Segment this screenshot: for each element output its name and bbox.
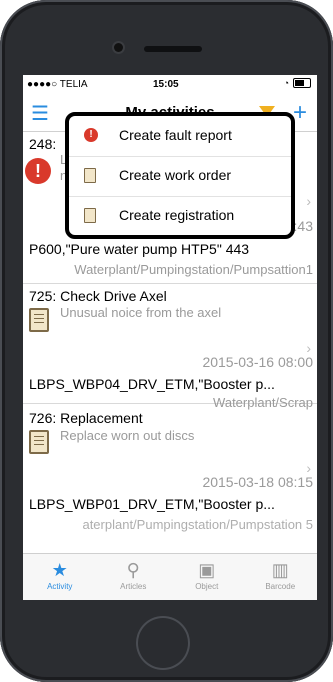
speaker [144,46,202,52]
tab-label: Activity [47,582,73,591]
status-right: ◔ [284,78,311,88]
work-order-icon [29,308,49,332]
create-registration-item[interactable]: Create registration [69,196,291,236]
status-bar: ●●●●○ TELIA 15:05 ◔ [23,75,317,95]
item-title: 726: Replacement [29,410,143,426]
fault-icon: ! [84,128,98,142]
alarm-icon: ◔ [283,78,289,88]
item-object: LBPS_WBP01_DRV_ETM,"Booster p... [29,496,275,512]
home-button[interactable] [136,616,190,670]
camera [114,43,123,52]
registration-icon [84,208,96,223]
create-menu-popup: ! Create fault report Create work order … [65,112,295,239]
tab-articles[interactable]: ⚲ Articles [97,554,171,600]
menu-item-label: Create work order [119,167,232,183]
chevron-right-icon: › [306,193,311,209]
phone-frame: ●●●●○ TELIA 15:05 ◔ ☰ My activities + 24… [0,0,333,682]
status-time: 15:05 [153,79,179,90]
create-fault-report-item[interactable]: ! Create fault report [69,116,291,157]
item-title: 725: Check Drive Axel [29,288,167,304]
item-title: 248: [29,136,57,152]
battery-icon [293,78,311,88]
work-order-icon [84,168,96,183]
barcode-icon: ▥ [271,560,289,580]
search-icon: ⚲ [126,560,140,580]
item-date: :43 [293,218,313,234]
list-item[interactable]: 726: Replacement Replace worn out discs … [23,404,317,539]
tab-label: Object [195,582,219,591]
tab-bar: ★ Activity ⚲ Articles ▣ Object ▥ Barcode [23,553,317,600]
tab-label: Articles [120,582,147,591]
tab-barcode[interactable]: ▥ Barcode [244,554,318,600]
item-desc: Replace worn out discs [60,428,195,443]
item-object: LBPS_WBP04_DRV_ETM,"Booster p... [29,376,275,392]
item-path: aterplant/Pumpingstation/Pumpstation 5 [82,517,313,532]
tab-activity[interactable]: ★ Activity [23,554,97,600]
item-date: 2015-03-16 08:00 [202,354,313,370]
object-icon: ▣ [198,560,216,580]
alert-icon: ! [25,158,51,184]
item-desc: Unusual noice from the axel [60,305,222,320]
item-date: 2015-03-18 08:15 [202,474,313,490]
work-order-icon [29,430,49,454]
star-icon: ★ [51,560,68,580]
add-icon[interactable]: + [293,99,307,127]
tab-object[interactable]: ▣ Object [170,554,244,600]
tab-label: Barcode [265,582,296,591]
menu-item-label: Create registration [119,207,235,223]
carrier-text: ●●●●○ TELIA [27,79,88,90]
create-work-order-item[interactable]: Create work order [69,156,291,197]
menu-item-label: Create fault report [119,127,232,143]
item-object: P600,"Pure water pump HTP5" 443 [29,241,250,257]
item-path: Waterplant/Pumpingstation/Pumpsattion1 [74,262,313,277]
list-item[interactable]: 725: Check Drive Axel Unusual noice from… [23,284,317,410]
